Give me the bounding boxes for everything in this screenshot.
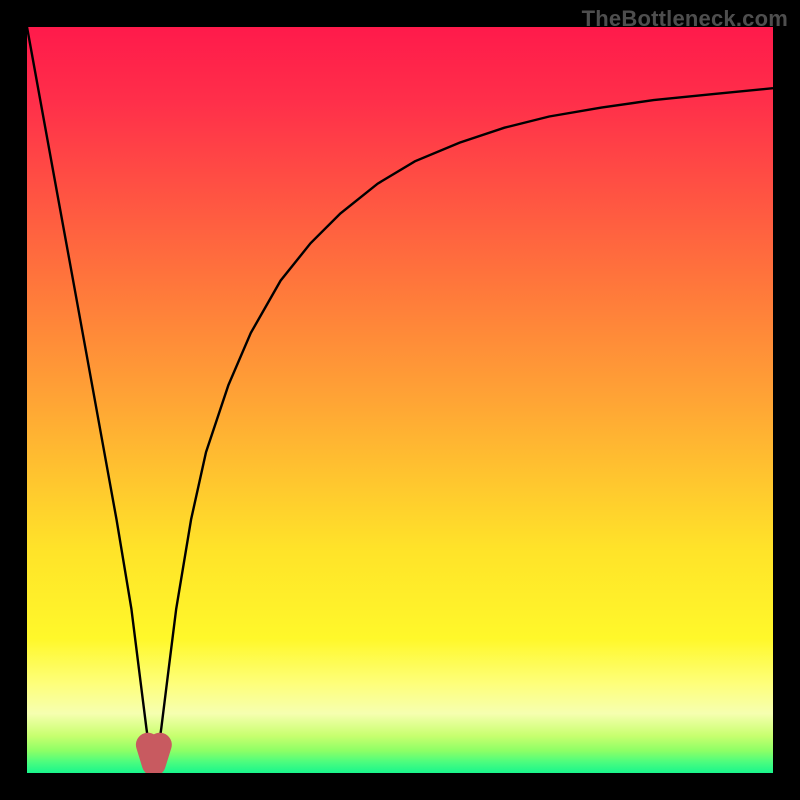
marker-u-shape: [148, 745, 160, 764]
bottleneck-curve-path: [27, 27, 773, 764]
bottleneck-curve: [27, 27, 773, 773]
chart-outer-frame: TheBottleneck.com: [0, 0, 800, 800]
plot-area: [27, 27, 773, 773]
